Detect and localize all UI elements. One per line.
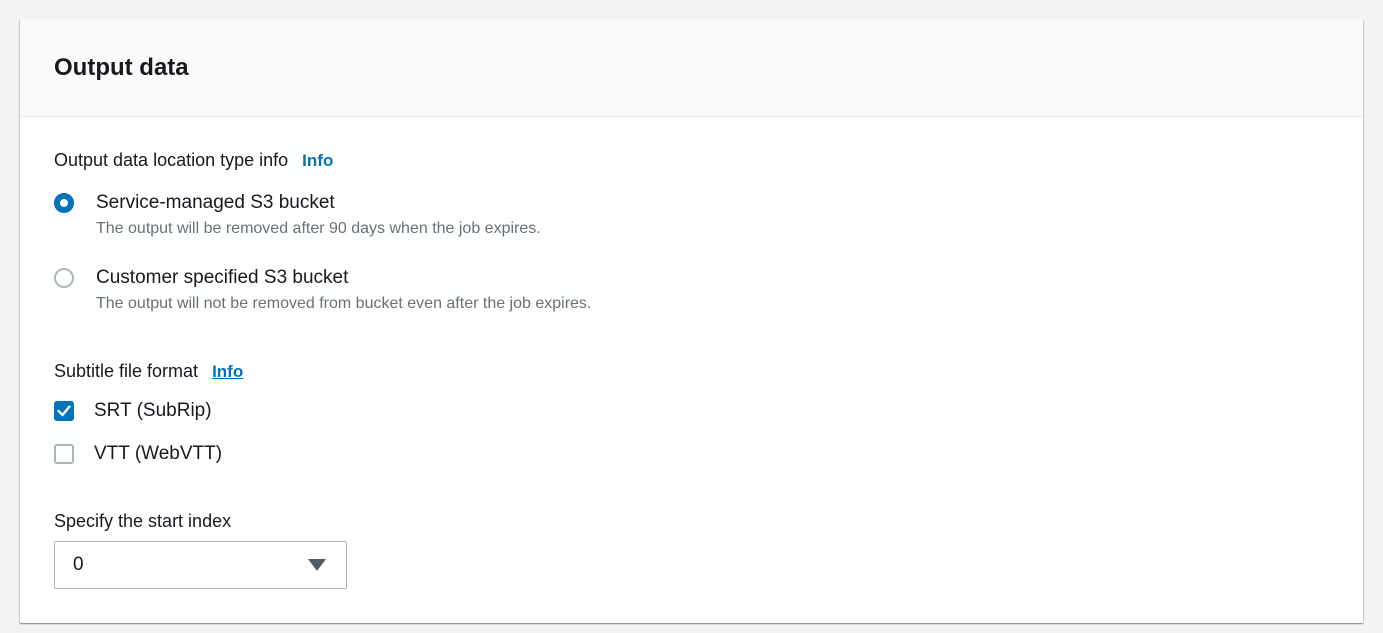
checkbox-vtt[interactable]	[54, 444, 74, 464]
output-data-panel: Output data	[20, 19, 1363, 623]
checkbox-srt-label: SRT (SubRip)	[94, 400, 212, 421]
subtitle-format-label-text: Subtitle file format	[54, 361, 199, 381]
subtitle-format-info-link[interactable]: Info	[212, 362, 243, 382]
location-type-label-text: Output data location type info	[54, 150, 289, 170]
checkbox-vtt-label: VTT (WebVTT)	[94, 443, 223, 464]
start-index-select[interactable]: 0	[54, 541, 347, 589]
panel-title: Output data	[54, 53, 189, 81]
radio-service-managed-label: Service-managed S3 bucket	[96, 192, 335, 213]
location-info-link[interactable]: Info	[302, 151, 333, 171]
location-type-label: Output data location type info Info	[54, 150, 333, 171]
subtitle-format-label: Subtitle file format Info	[54, 361, 243, 382]
start-index-value: 0	[73, 554, 84, 575]
caret-down-icon	[308, 559, 326, 571]
radio-customer-specified[interactable]	[54, 268, 74, 288]
radio-option-service-managed[interactable]: Service-managed S3 bucket The output wil…	[54, 190, 541, 240]
start-index-label-text: Specify the start index	[54, 511, 232, 531]
checkbox-option-srt[interactable]: SRT (SubRip)	[54, 400, 212, 422]
radio-service-managed[interactable]	[54, 193, 74, 213]
radio-service-managed-text: Service-managed S3 bucket The output wil…	[96, 190, 541, 240]
checkbox-option-vtt[interactable]: VTT (WebVTT)	[54, 443, 222, 465]
start-index-label: Specify the start index	[54, 511, 231, 532]
checkbox-srt[interactable]	[54, 401, 74, 421]
panel-header: Output data	[20, 19, 1363, 117]
radio-service-managed-description: The output will be removed after 90 days…	[96, 220, 541, 237]
radio-customer-specified-text: Customer specified S3 bucket The output …	[96, 265, 591, 315]
radio-customer-specified-description: The output will not be removed from buck…	[96, 295, 592, 312]
radio-option-customer-specified[interactable]: Customer specified S3 bucket The output …	[54, 265, 591, 315]
page: Output data Output data location type in…	[0, 0, 1383, 633]
radio-customer-specified-label: Customer specified S3 bucket	[96, 267, 349, 288]
checkmark-icon	[57, 405, 71, 417]
